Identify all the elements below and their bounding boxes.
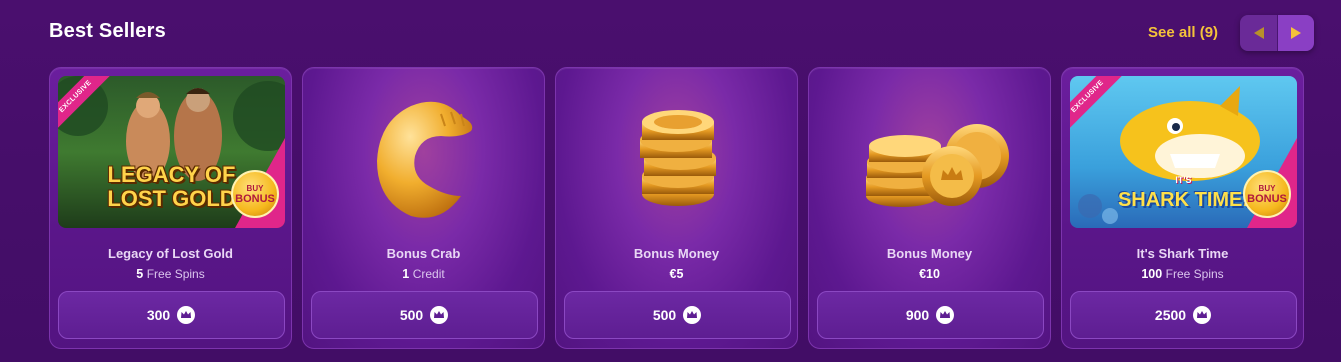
chevron-left-icon: [1253, 27, 1264, 39]
crown-icon: [430, 306, 449, 324]
badge-bonus-text: BONUS: [1247, 192, 1287, 205]
game-artwork[interactable]: EXCLUSIVE LEGACY OF LOST GOLD BUY BONUS: [58, 76, 285, 228]
carousel-nav: [1240, 15, 1314, 51]
price-label: 2500: [1154, 307, 1187, 323]
product-detail: 100 Free Spins: [1062, 267, 1303, 281]
coin-pile-icon: [866, 124, 1009, 207]
product-name: It's Shark Time: [1136, 246, 1229, 261]
product-card[interactable]: Bonus Money €5 500: [555, 67, 798, 349]
buy-bonus-badge: BUY BONUS: [1243, 170, 1291, 218]
product-amount: 1: [402, 267, 410, 281]
product-unit: Free Spins: [146, 267, 205, 281]
product-name: Bonus Money: [633, 246, 720, 261]
product-card[interactable]: Bonus Crab 1 Credit 500: [302, 67, 545, 349]
product-detail: 5 Free Spins: [50, 267, 291, 281]
product-artwork[interactable]: [817, 76, 1044, 228]
price-label: 500: [399, 307, 424, 323]
product-amount: €10: [919, 267, 940, 281]
product-unit: Credit: [412, 267, 445, 281]
buy-bonus-badge: BUY BONUS: [231, 170, 279, 218]
price-label: 300: [146, 307, 171, 323]
buy-button[interactable]: 300: [58, 291, 285, 339]
product-detail: €5: [556, 267, 797, 281]
product-card[interactable]: Bonus Money €10 900: [808, 67, 1051, 349]
product-detail: €10: [809, 267, 1050, 281]
product-amount: 5: [136, 267, 144, 281]
product-unit: Free Spins: [1165, 267, 1224, 281]
chevron-right-icon: [1291, 27, 1301, 39]
crab-claw-icon: [377, 101, 473, 218]
badge-buy-text: BUY: [1258, 183, 1276, 193]
buy-button[interactable]: 500: [564, 291, 791, 339]
product-artwork[interactable]: [564, 76, 791, 228]
next-button[interactable]: [1277, 15, 1314, 51]
product-card[interactable]: EXCLUSIVE IT'S SHARK TIME! BUY BONUS It'…: [1061, 67, 1304, 349]
coin-stack-icon: [640, 110, 716, 206]
product-name: Bonus Crab: [386, 246, 461, 261]
badge-bonus-text: BONUS: [235, 192, 275, 205]
buy-button[interactable]: 900: [817, 291, 1044, 339]
price-label: 900: [905, 307, 930, 323]
product-carousel: EXCLUSIVE LEGACY OF LOST GOLD BUY BONUS …: [49, 67, 1304, 349]
section-title: Best Sellers: [49, 20, 166, 42]
game-artwork[interactable]: EXCLUSIVE IT'S SHARK TIME! BUY BONUS: [1070, 76, 1297, 228]
product-artwork[interactable]: [311, 76, 538, 228]
crown-icon: [936, 306, 955, 324]
crown-icon: [1193, 306, 1212, 324]
buy-button[interactable]: 2500: [1070, 291, 1297, 339]
product-name: Bonus Money: [886, 246, 973, 261]
prev-button[interactable]: [1240, 15, 1277, 51]
price-label: 500: [652, 307, 677, 323]
see-all-link[interactable]: See all (9): [1148, 24, 1218, 41]
product-card[interactable]: EXCLUSIVE LEGACY OF LOST GOLD BUY BONUS …: [49, 67, 292, 349]
product-name: Legacy of Lost Gold: [108, 246, 233, 261]
product-amount: €5: [669, 267, 684, 281]
crown-icon: [177, 306, 196, 324]
badge-buy-text: BUY: [246, 183, 264, 193]
buy-button[interactable]: 500: [311, 291, 538, 339]
product-detail: 1 Credit: [303, 267, 544, 281]
product-amount: 100: [1141, 267, 1163, 281]
crown-icon: [683, 306, 702, 324]
